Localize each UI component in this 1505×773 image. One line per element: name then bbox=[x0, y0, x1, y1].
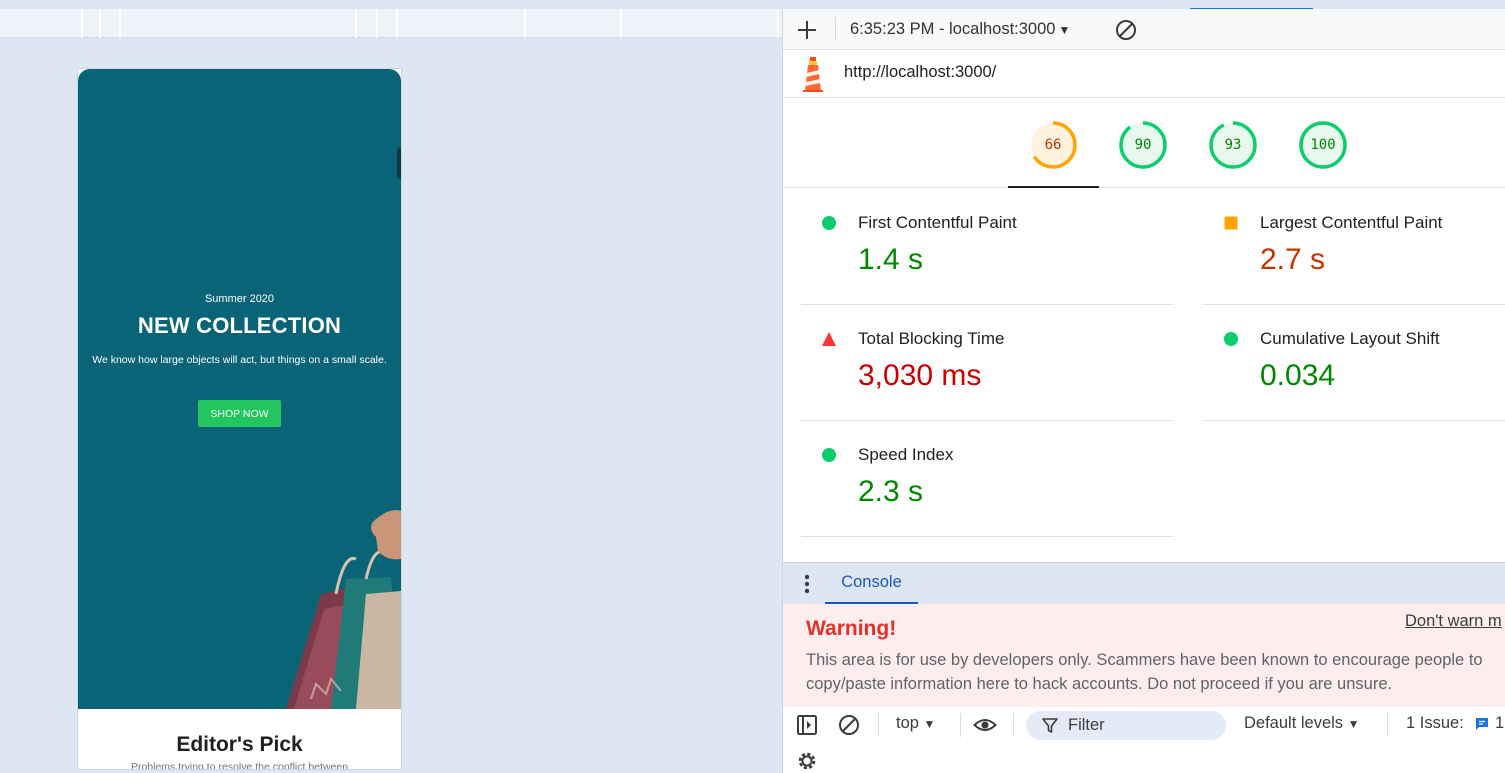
device-viewport-area: Summer 2020 NEW COLLECTION We know how l… bbox=[0, 0, 782, 773]
toolbar-divider bbox=[878, 713, 879, 737]
lighthouse-icon bbox=[803, 57, 823, 92]
ruler-tick bbox=[524, 9, 526, 38]
metric-divider bbox=[1203, 420, 1505, 421]
filter-input[interactable] bbox=[1068, 715, 1218, 736]
console-filter[interactable] bbox=[1026, 711, 1226, 740]
caret-down-icon: ▼ bbox=[1347, 717, 1360, 731]
report-url[interactable]: http://localhost:3000/ bbox=[844, 63, 996, 82]
metric-value: 2.3 s bbox=[858, 475, 924, 508]
metric-value: 0.034 bbox=[1260, 359, 1336, 392]
media-query-ruler[interactable] bbox=[0, 9, 782, 38]
gauge-best-practices[interactable]: 93 bbox=[1208, 120, 1258, 170]
gauge-score: 66 bbox=[1044, 137, 1062, 153]
ruler-tick bbox=[119, 9, 121, 38]
metric-title: Total Blocking Time bbox=[858, 329, 1005, 348]
dont-warn-link[interactable]: Don't warn m bbox=[1405, 612, 1502, 631]
metric-cumulative-layout-shift: Cumulative Layout Shift 0.034 bbox=[1203, 305, 1505, 421]
metric-total-blocking-time: Total Blocking Time 3,030 ms bbox=[801, 305, 1173, 421]
metric-speed-index: Speed Index 2.3 s bbox=[801, 421, 1173, 537]
gauge-accessibility[interactable]: 90 bbox=[1118, 120, 1168, 170]
metric-value: 1.4 s bbox=[858, 243, 924, 276]
hero-banner: Summer 2020 NEW COLLECTION We know how l… bbox=[78, 69, 401, 709]
issues-count[interactable]: 1 bbox=[1495, 714, 1504, 733]
metric-first-contentful-paint: First Contentful Paint 1.4 s bbox=[801, 189, 1173, 305]
log-levels-selector[interactable]: Default levels ▼ bbox=[1244, 714, 1360, 733]
issues-counter-label[interactable]: 1 Issue: bbox=[1406, 714, 1464, 733]
clear-console-icon[interactable] bbox=[837, 713, 861, 737]
warning-message: This area is for use by developers only.… bbox=[806, 651, 1483, 693]
pass-circle-icon bbox=[822, 448, 836, 462]
metric-title: Speed Index bbox=[858, 445, 954, 464]
ruler-tick bbox=[376, 9, 378, 38]
shop-now-button[interactable]: SHOP NOW bbox=[198, 400, 281, 427]
ruler-tick bbox=[396, 9, 398, 38]
toolbar-divider bbox=[960, 713, 961, 737]
sidebar-toggle-icon[interactable] bbox=[795, 713, 819, 737]
metrics-grid: First Contentful Paint 1.4 s Largest Con… bbox=[783, 189, 1505, 564]
report-selector-label: 6:35:23 PM - localhost:3000 bbox=[850, 20, 1056, 38]
ruler-tick bbox=[355, 9, 357, 38]
eye-icon[interactable] bbox=[973, 713, 997, 737]
mobile-page-preview[interactable]: Summer 2020 NEW COLLECTION We know how l… bbox=[77, 68, 402, 770]
gauge-seo[interactable]: 100 bbox=[1298, 120, 1348, 170]
console-toolbar: top ▼ Default levels ▼ 1 Issue: 1 bbox=[783, 707, 1505, 773]
ruler-tick bbox=[81, 9, 83, 38]
category-gauges: 66 90 93 100 bbox=[783, 98, 1505, 188]
metric-title: First Contentful Paint bbox=[858, 213, 1017, 232]
clear-all-icon[interactable] bbox=[1114, 18, 1138, 42]
average-square-icon bbox=[1224, 216, 1238, 230]
toolbar-divider bbox=[1013, 713, 1014, 737]
metric-largest-contentful-paint: Largest Contentful Paint 2.7 s bbox=[1203, 189, 1505, 305]
log-levels-label: Default levels bbox=[1244, 714, 1344, 732]
tab-console[interactable]: Console bbox=[825, 563, 918, 604]
gauge-score: 93 bbox=[1224, 137, 1242, 153]
hero-subtitle: Summer 2020 bbox=[204, 293, 275, 305]
gauge-score: 100 bbox=[1310, 137, 1336, 153]
metric-divider bbox=[801, 536, 1173, 537]
report-url-bar: http://localhost:3000/ bbox=[783, 50, 1505, 98]
ruler-tick bbox=[777, 9, 779, 38]
more-vertical-icon[interactable] bbox=[797, 571, 817, 597]
devtools-panel: 6:35:23 PM - localhost:3000 ▼ http://loca… bbox=[782, 9, 1505, 773]
shopping-bags-image bbox=[286, 510, 401, 709]
editors-pick-description: Problems trying to resolve the conflict … bbox=[130, 761, 349, 770]
drawer-tab-bar: Console bbox=[783, 562, 1505, 604]
pass-circle-icon bbox=[1224, 332, 1238, 346]
selected-gauge-underline bbox=[1008, 186, 1099, 188]
caret-down-icon: ▼ bbox=[1058, 23, 1071, 37]
fail-triangle-icon bbox=[822, 332, 836, 346]
gear-icon[interactable] bbox=[795, 749, 819, 773]
plus-icon[interactable] bbox=[795, 18, 819, 42]
caret-down-icon: ▼ bbox=[923, 717, 936, 731]
editors-pick-heading: Editor's Pick bbox=[176, 733, 303, 756]
gauge-score: 90 bbox=[1134, 137, 1152, 153]
warning-title: Warning! bbox=[806, 617, 897, 640]
filter-icon bbox=[1042, 718, 1058, 733]
ruler-tick bbox=[99, 9, 101, 38]
self-xss-warning: Warning! Don't warn m This area is for u… bbox=[783, 604, 1505, 707]
metric-title: Largest Contentful Paint bbox=[1260, 213, 1443, 232]
metric-value: 2.7 s bbox=[1260, 243, 1326, 276]
pass-circle-icon bbox=[822, 216, 836, 230]
context-selector[interactable]: top ▼ bbox=[896, 714, 935, 733]
issue-message-icon[interactable] bbox=[1474, 716, 1490, 732]
toolbar-divider bbox=[835, 17, 836, 41]
ruler-tick bbox=[620, 9, 622, 38]
report-selector[interactable]: 6:35:23 PM - localhost:3000 ▼ bbox=[850, 20, 1070, 39]
lighthouse-toolbar: 6:35:23 PM - localhost:3000 ▼ bbox=[783, 9, 1505, 50]
metric-title: Cumulative Layout Shift bbox=[1260, 329, 1440, 348]
hero-description: We know how large objects will act, but … bbox=[92, 354, 387, 366]
hero-title: NEW COLLECTION bbox=[137, 313, 342, 338]
hero-image-edge bbox=[397, 147, 401, 179]
context-selector-label: top bbox=[896, 714, 919, 732]
gauge-performance[interactable]: 66 bbox=[1028, 120, 1078, 170]
metric-value: 3,030 ms bbox=[858, 359, 982, 392]
toolbar-divider bbox=[1387, 713, 1388, 737]
